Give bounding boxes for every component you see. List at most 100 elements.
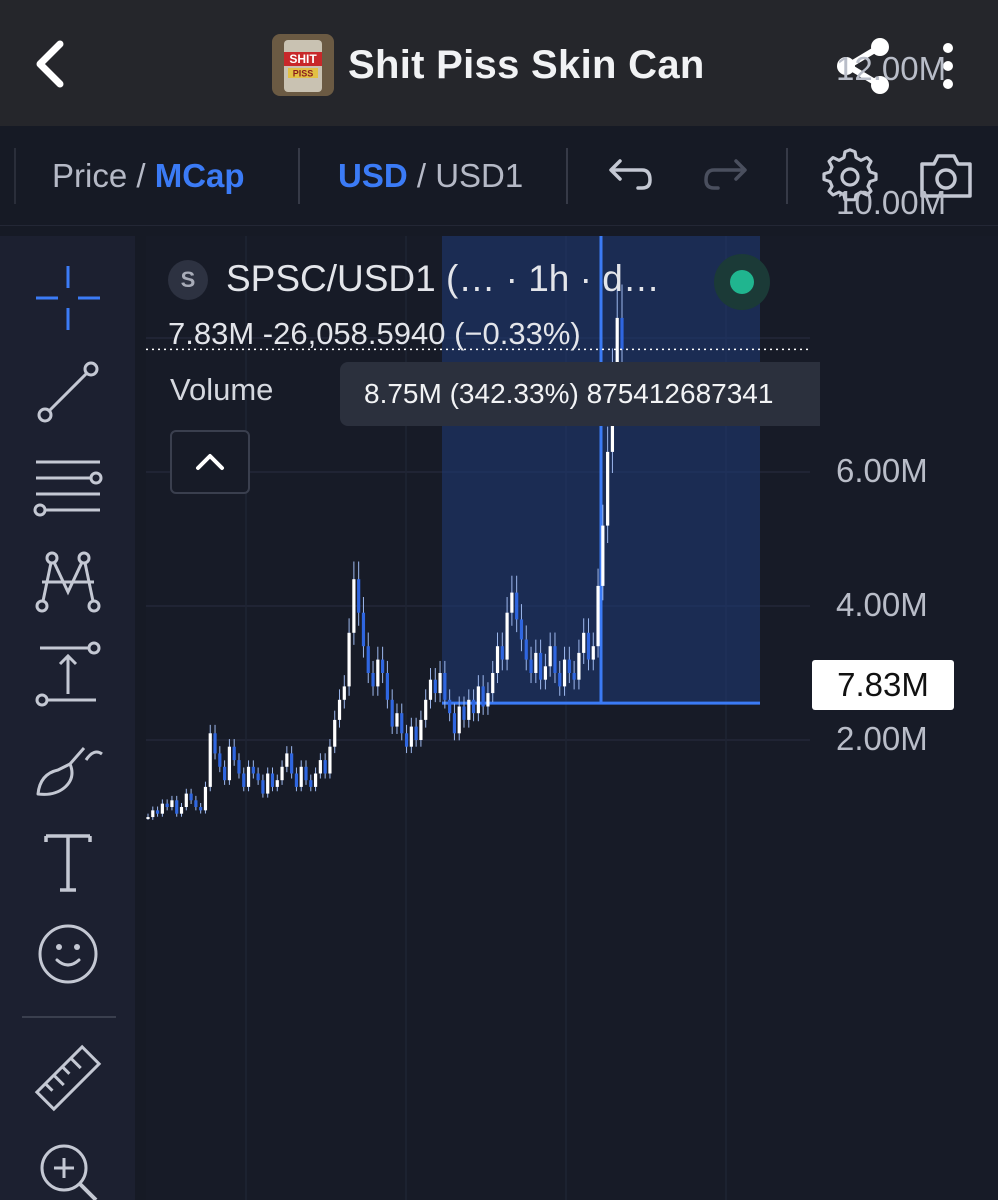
candle (285, 753, 289, 767)
text-icon (44, 834, 92, 892)
candle (448, 699, 452, 714)
ohlc-values: 7.83M -26,058.5940 (−0.33%) (168, 316, 581, 351)
candle (333, 719, 337, 747)
candle (562, 659, 567, 687)
logo-text-top: SHIT (289, 52, 317, 66)
candle (443, 673, 447, 700)
candle (543, 666, 547, 680)
candle (376, 659, 380, 687)
candle (323, 760, 327, 774)
candle (476, 686, 480, 714)
candle (246, 766, 251, 787)
ruler-tool[interactable] (30, 1040, 106, 1116)
candle (495, 646, 500, 673)
toolbar-divider (566, 148, 568, 204)
brush-tool[interactable] (30, 730, 106, 806)
emoji-tool[interactable] (30, 916, 106, 992)
candle (347, 632, 351, 687)
candle (606, 451, 610, 526)
collapse-legend-button[interactable] (170, 430, 250, 494)
horizontal-lines-tool[interactable] (30, 448, 106, 524)
candle (213, 733, 217, 754)
candle (199, 807, 203, 811)
candle (352, 579, 356, 633)
candle (385, 673, 389, 700)
candle (567, 659, 571, 673)
pattern-tool[interactable] (30, 542, 106, 618)
candle (457, 706, 461, 734)
candle (251, 766, 255, 774)
toolbar-divider (14, 148, 16, 204)
trend-line-tool[interactable] (30, 354, 106, 430)
logo-text-bottom: PISS (293, 69, 314, 79)
candle (366, 646, 370, 673)
candle (577, 652, 581, 680)
candle (170, 800, 174, 807)
candle (404, 733, 409, 747)
candle (194, 800, 198, 807)
candle (591, 646, 595, 660)
undo-icon (609, 159, 652, 190)
trend-line-icon (37, 361, 99, 423)
undo-button[interactable] (598, 148, 658, 204)
usd-option[interactable]: USD (338, 157, 408, 194)
usd1-option[interactable]: USD1 (435, 157, 523, 194)
candle (515, 592, 519, 620)
measure-range-icon (35, 641, 101, 707)
zoom-in-tool[interactable] (30, 1134, 106, 1200)
candle (357, 579, 361, 613)
candle (232, 746, 236, 761)
candle (270, 773, 275, 787)
price-option[interactable]: Price (52, 157, 127, 194)
price-mcap-toggle[interactable]: Price / MCap (52, 156, 245, 196)
candle (582, 632, 586, 653)
candle (390, 699, 394, 727)
candle (203, 786, 208, 811)
candle (400, 713, 404, 734)
mcap-option[interactable]: MCap (155, 157, 245, 194)
candle (519, 619, 524, 640)
axis-tick-label: 4.00M (836, 586, 928, 623)
candle (237, 760, 241, 774)
crosshair-tool[interactable] (30, 260, 106, 336)
candle (510, 592, 514, 613)
candle (553, 646, 557, 673)
back-button[interactable] (22, 34, 82, 94)
candle (529, 659, 533, 673)
measure-overlay[interactable] (442, 236, 760, 705)
text-tool[interactable] (30, 824, 106, 900)
ruler-icon (34, 1044, 102, 1112)
candle (596, 585, 600, 647)
measure-range-tool[interactable] (30, 636, 106, 712)
symbol-legend-title[interactable]: SPSC/USD1 (… · 1h · d… (226, 258, 660, 300)
candle (299, 766, 303, 787)
candle (467, 699, 471, 720)
candle (620, 317, 624, 350)
currency-toggle[interactable]: USD / USD1 (338, 156, 523, 196)
candle (313, 773, 318, 787)
chart-panel[interactable]: S SPSC/USD1 (… · 1h · d… 7.83M -26,058.5… (146, 50, 998, 1200)
candle (481, 686, 485, 707)
current-price-tag: 7.83M (812, 660, 954, 710)
measure-tooltip: 8.75M (342.33%) 875412687341 (340, 362, 820, 426)
volume-indicator-label[interactable]: Volume (170, 372, 273, 408)
candle (452, 713, 457, 734)
zoom-in-icon (40, 1144, 98, 1200)
tools-divider (22, 1016, 116, 1018)
candle (586, 632, 591, 660)
slash-separator: / (416, 157, 427, 194)
toolbar-divider (298, 148, 300, 204)
candle (160, 803, 164, 814)
candle (208, 733, 212, 787)
toolbar-divider (786, 148, 788, 204)
live-status-dot (730, 270, 754, 294)
token-title: SHIT PISS Shit Piss Skin Can (272, 34, 705, 96)
candle (424, 699, 428, 720)
candle (471, 699, 476, 714)
candle (155, 810, 160, 814)
redo-button[interactable] (698, 148, 758, 204)
axis-tick-label: 2.00M (836, 720, 928, 757)
candle (419, 719, 423, 740)
candle (290, 753, 294, 774)
candle (275, 780, 279, 787)
